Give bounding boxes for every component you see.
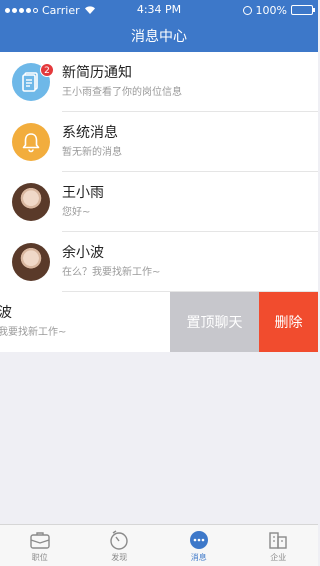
avatar [12,243,50,281]
pin-chat-button[interactable]: 置顶聊天 [170,292,259,352]
building-icon [269,532,287,549]
briefcase-icon [30,532,50,549]
message-title: 系统消息 [62,125,118,141]
message-preview: 您好~ [62,207,91,218]
signal-strength-icon [5,7,38,13]
message-row-swiped[interactable]: 波 我要找新工作~ 置顶聊天 删除 [0,292,318,352]
tab-company[interactable]: 企业 [239,525,319,566]
unread-badge: 2 [40,63,54,77]
tab-label: 发现 [111,553,128,562]
message-preview: 在么？我要找新工作~ [62,267,161,278]
message-preview: 暂无新的消息 [62,147,122,158]
status-bar: Carrier 4:34 PM 100% [0,0,318,20]
message-list: 2 新简历通知 王小雨查看了你的岗位信息 系统消息 暂无新的消息 王小雨 您好~ [0,52,318,352]
tab-messages[interactable]: 消息 [159,525,239,566]
tab-discover[interactable]: 发现 [80,525,160,566]
message-preview: 我要找新工作~ [0,327,67,338]
message-row-contact[interactable]: 余小波 在么？我要找新工作~ [0,232,318,292]
tab-label: 职位 [31,553,48,562]
message-preview: 王小雨查看了你的岗位信息 [62,87,182,98]
bell-icon [12,123,50,161]
page-title: 消息中心 [131,29,187,45]
tab-jobs[interactable]: 职位 [0,525,80,566]
tab-label: 企业 [270,553,287,562]
rotation-lock-icon [242,5,252,15]
compass-icon [110,530,128,550]
message-title: 余小波 [62,245,104,261]
message-title: 新简历通知 [62,65,132,81]
message-row-resume-notice[interactable]: 2 新简历通知 王小雨查看了你的岗位信息 [0,52,318,112]
carrier-name: Carrier [42,3,80,17]
avatar [12,183,50,221]
wifi-icon [84,5,96,15]
message-title: 王小雨 [62,185,104,201]
chat-bubble-icon [189,531,208,549]
tab-bar: 职位 发现 消息 企业 [0,524,318,566]
message-row-system[interactable]: 系统消息 暂无新的消息 [0,112,318,172]
delete-button[interactable]: 删除 [259,292,318,352]
nav-bar: 消息中心 [0,20,318,52]
message-title: 波 [0,305,12,321]
message-row-contact[interactable]: 王小雨 您好~ [0,172,318,232]
battery-percent: 100% [255,3,287,17]
battery-icon [291,5,315,15]
tab-label: 消息 [190,553,207,562]
